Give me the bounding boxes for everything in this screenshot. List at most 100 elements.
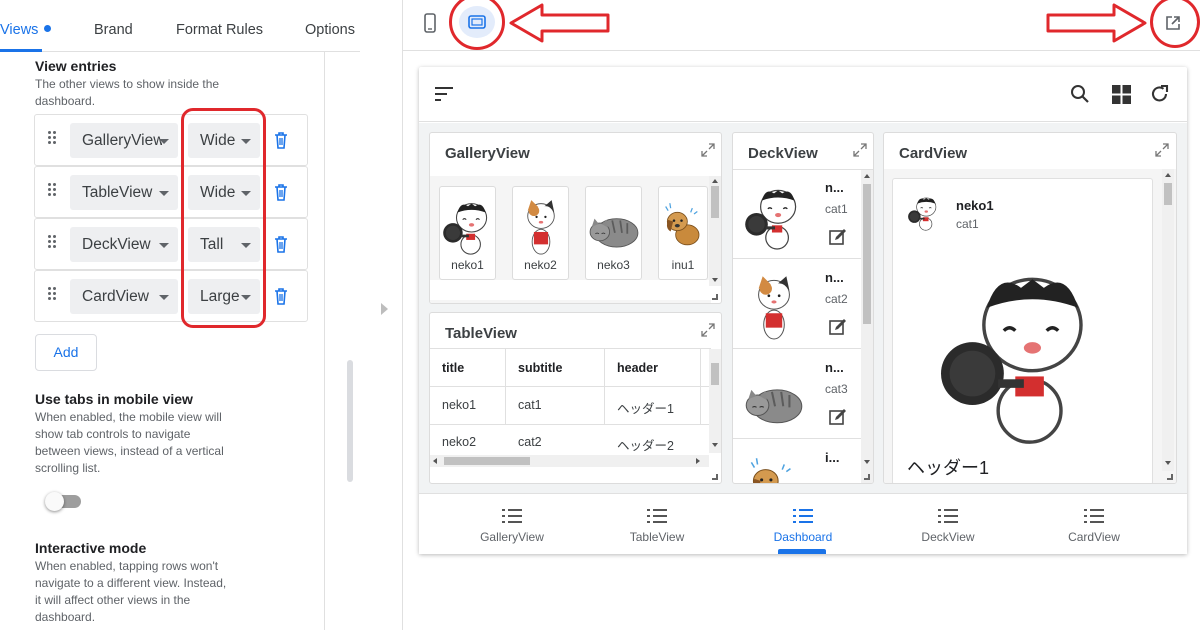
panel-scrollbar[interactable] bbox=[347, 360, 353, 482]
scroll-thumb bbox=[711, 186, 719, 218]
resize-handle-icon[interactable] bbox=[712, 474, 718, 480]
edit-icon[interactable] bbox=[829, 228, 847, 246]
delete-icon[interactable] bbox=[274, 183, 288, 201]
table-header-cell[interactable]: subtitle bbox=[518, 361, 562, 375]
table-cell[interactable]: ヘッダー1 bbox=[617, 398, 674, 417]
gallery-item[interactable]: inu1 bbox=[658, 186, 708, 280]
resize-handle-icon[interactable] bbox=[1167, 474, 1173, 480]
dashboard-body: GalleryView neko1 neko2 neko3 inu1 Table… bbox=[419, 123, 1187, 493]
grid-icon[interactable] bbox=[1112, 85, 1131, 104]
list-icon bbox=[647, 509, 667, 523]
delete-icon[interactable] bbox=[274, 287, 288, 305]
deck-row[interactable]: n... cat3 bbox=[733, 350, 861, 439]
scroll-down-icon bbox=[864, 460, 870, 464]
view-entries-title: View entries bbox=[35, 58, 117, 74]
view-select[interactable]: GalleryView bbox=[70, 123, 178, 158]
expand-icon[interactable] bbox=[853, 143, 867, 157]
list-icon bbox=[793, 509, 813, 523]
chevron-down-icon bbox=[159, 139, 169, 144]
add-view-entry-button[interactable]: Add bbox=[35, 334, 97, 371]
annotation-arrow-right bbox=[1046, 3, 1147, 43]
gallery-scrollbar[interactable] bbox=[709, 176, 721, 286]
expand-icon[interactable] bbox=[701, 143, 715, 157]
deck-view-title: DeckView bbox=[748, 145, 818, 162]
table-col-divider bbox=[505, 349, 506, 425]
refresh-icon[interactable] bbox=[1150, 84, 1170, 104]
resize-handle-icon[interactable] bbox=[712, 294, 718, 300]
delete-icon[interactable] bbox=[274, 131, 288, 149]
card-view-title: CardView bbox=[899, 145, 968, 162]
phone-icon[interactable] bbox=[424, 13, 436, 33]
table-header-cell[interactable]: title bbox=[442, 361, 464, 375]
gallery-item[interactable]: neko3 bbox=[585, 186, 642, 280]
bottom-navigation: GalleryView TableView Dashboard DeckView… bbox=[419, 493, 1187, 554]
table-cell[interactable]: cat1 bbox=[518, 398, 542, 412]
nav-item-galleryview[interactable]: GalleryView bbox=[437, 494, 587, 555]
scroll-down-icon bbox=[712, 278, 718, 282]
card-scrollbar[interactable] bbox=[1162, 169, 1174, 471]
tab-options[interactable]: Options bbox=[305, 22, 355, 38]
table-cell[interactable]: ヘッダー2 bbox=[617, 435, 674, 454]
size-column-highlight bbox=[181, 108, 266, 328]
settings-panel: Views Brand Format Rules Options View en… bbox=[0, 0, 403, 630]
view-select[interactable]: DeckView bbox=[70, 227, 178, 262]
drag-handle-icon[interactable] bbox=[48, 131, 56, 145]
scroll-left-icon bbox=[433, 458, 437, 464]
gallery-item[interactable]: neko2 bbox=[512, 186, 569, 280]
list-icon bbox=[502, 509, 522, 523]
tab-brand[interactable]: Brand bbox=[94, 22, 133, 38]
resize-handle-icon[interactable] bbox=[864, 474, 870, 480]
sort-icon[interactable] bbox=[434, 87, 454, 101]
table-cell[interactable]: neko1 bbox=[442, 398, 476, 412]
table-divider bbox=[430, 386, 711, 387]
expand-icon[interactable] bbox=[1155, 143, 1169, 157]
delete-icon[interactable] bbox=[274, 235, 288, 253]
drag-handle-icon[interactable] bbox=[48, 183, 56, 197]
tab-views[interactable]: Views bbox=[0, 22, 38, 38]
tab-format-rules[interactable]: Format Rules bbox=[176, 22, 263, 38]
interactive-mode-title: Interactive mode bbox=[35, 540, 147, 556]
table-col-divider bbox=[604, 349, 605, 425]
table-cell[interactable]: cat2 bbox=[518, 435, 542, 449]
table-col-divider bbox=[700, 349, 701, 425]
view-select[interactable]: CardView bbox=[70, 279, 178, 314]
drag-handle-icon[interactable] bbox=[48, 287, 56, 301]
active-nav-indicator bbox=[778, 549, 826, 554]
table-cell[interactable]: neko2 bbox=[442, 435, 476, 449]
view-entry-row: TableView Wide bbox=[34, 166, 308, 218]
edit-icon[interactable] bbox=[829, 318, 847, 336]
nav-item-deckview[interactable]: DeckView bbox=[873, 494, 1023, 555]
edit-icon[interactable] bbox=[829, 408, 847, 426]
dashboard-header bbox=[419, 67, 1187, 122]
scroll-thumb bbox=[1164, 183, 1172, 205]
expand-icon[interactable] bbox=[701, 323, 715, 337]
active-tab-underline bbox=[0, 49, 42, 52]
view-entries-description: The other views to show inside the dashb… bbox=[35, 77, 220, 108]
collapse-panel-icon[interactable] bbox=[381, 303, 388, 315]
table-header-cell[interactable]: header bbox=[617, 361, 658, 375]
drag-handle-icon[interactable] bbox=[48, 235, 56, 249]
scroll-up-icon bbox=[864, 174, 870, 178]
view-select[interactable]: TableView bbox=[70, 175, 178, 210]
deck-scrollbar[interactable] bbox=[861, 170, 873, 483]
gallery-view-title: GalleryView bbox=[445, 145, 530, 162]
card-view-card: CardView neko1 cat1 ヘッダー1 bbox=[883, 132, 1177, 484]
table-horizontal-scrollbar[interactable] bbox=[430, 455, 709, 467]
table-vertical-scrollbar[interactable] bbox=[709, 349, 721, 453]
tab-views-indicator-dot bbox=[44, 25, 51, 32]
panel-divider bbox=[324, 52, 325, 630]
scroll-up-icon bbox=[1165, 173, 1171, 177]
gallery-item[interactable]: neko1 bbox=[439, 186, 496, 280]
use-tabs-toggle[interactable] bbox=[45, 492, 81, 511]
card-item-title: neko1 bbox=[956, 198, 994, 213]
view-entry-row: GalleryView Wide bbox=[34, 114, 308, 166]
deck-row[interactable]: n... cat1 bbox=[733, 170, 861, 259]
nav-item-dashboard[interactable]: Dashboard bbox=[728, 494, 878, 555]
nav-item-tableview[interactable]: TableView bbox=[582, 494, 732, 555]
card-item[interactable]: neko1 cat1 ヘッダー1 bbox=[892, 178, 1153, 483]
deck-row[interactable]: i... bbox=[733, 440, 861, 484]
deck-row[interactable]: n... cat2 bbox=[733, 260, 861, 349]
nav-item-cardview[interactable]: CardView bbox=[1019, 494, 1169, 555]
search-icon[interactable] bbox=[1070, 84, 1090, 104]
scroll-right-icon bbox=[696, 458, 700, 464]
